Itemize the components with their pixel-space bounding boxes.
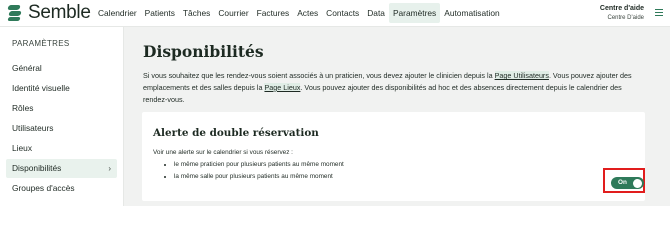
hamburger-menu-icon[interactable] [655,9,663,17]
double-booking-alert-card: Alerte de double réservation Voir une al… [142,112,645,201]
sidebar-item-roles[interactable]: Rôles [6,99,117,118]
sidebar-item-groupes-acces[interactable]: Groupes d'accès [6,179,117,198]
card-title: Alerte de double réservation [153,127,319,139]
nav-item-factures[interactable]: Factures [253,3,294,23]
chevron-right-icon: › [108,164,111,173]
settings-sidebar: PARAMÈTRES Général Identité visuelle Rôl… [0,27,124,206]
nav-item-automatisation[interactable]: Automatisation [440,3,503,23]
semble-logo-icon [6,4,24,22]
toggle-knob [633,178,642,188]
card-description: Voir une alerte sur le calendrier si vou… [153,149,293,156]
utilisateurs-page-link[interactable]: Page Utilisateurs [494,71,549,80]
top-navigation-bar: Semble Calendrier Patients Tâches Courri… [0,0,670,27]
card-bullet-list: le même praticien pour plusieurs patient… [166,159,344,182]
nav-item-patients[interactable]: Patients [141,3,179,23]
main-nav: Calendrier Patients Tâches Courrier Fact… [94,3,504,23]
nav-item-data[interactable]: Data [363,3,389,23]
sidebar-title: PARAMÈTRES [12,39,70,48]
sidebar-item-disponibilites[interactable]: Disponibilités › [6,159,117,178]
page-title: Disponibilités [143,42,264,61]
nav-item-calendrier[interactable]: Calendrier [94,3,141,23]
brand-name: Semble [28,2,91,23]
nav-item-courrier[interactable]: Courrier [214,3,252,23]
sidebar-item-lieux[interactable]: Lieux [6,139,117,158]
double-booking-toggle[interactable]: On [611,177,644,189]
sidebar-item-label: Groupes d'accès [12,183,75,193]
toggle-label: On [618,179,627,186]
nav-item-actes[interactable]: Actes [293,3,322,23]
sidebar-item-label: Identité visuelle [12,83,70,93]
nav-item-parametres[interactable]: Paramètres [388,3,441,23]
toggle-highlight-box: On [603,168,645,193]
sidebar-item-label: Lieux [12,143,33,153]
list-item: la même salle pour plusieurs patients au… [174,171,344,183]
sidebar-item-utilisateurs[interactable]: Utilisateurs [6,119,117,138]
sidebar-item-general[interactable]: Général [6,59,117,78]
help-center-link[interactable]: Centre d'aide Centre D'aide [600,4,644,22]
sidebar-item-label: Disponibilités [12,163,62,173]
semble-logo[interactable]: Semble [6,3,91,23]
nav-item-taches[interactable]: Tâches [179,3,214,23]
sidebar-item-label: Utilisateurs [12,123,54,133]
sidebar-item-label: Général [12,63,42,73]
nav-item-contacts[interactable]: Contacts [322,3,363,23]
sidebar-item-identite-visuelle[interactable]: Identité visuelle [6,79,117,98]
help-center-title: Centre d'aide [599,5,644,12]
intro-paragraph: Si vous souhaitez que les rendez-vous so… [143,71,632,104]
help-center-subtitle: Centre D'aide [607,15,645,21]
list-item: le même praticien pour plusieurs patient… [174,159,344,171]
sidebar-item-label: Rôles [12,103,34,113]
lieux-page-link[interactable]: Page Lieux [264,82,301,92]
main-content: Disponibilités Si vous souhaitez que les… [124,27,670,206]
